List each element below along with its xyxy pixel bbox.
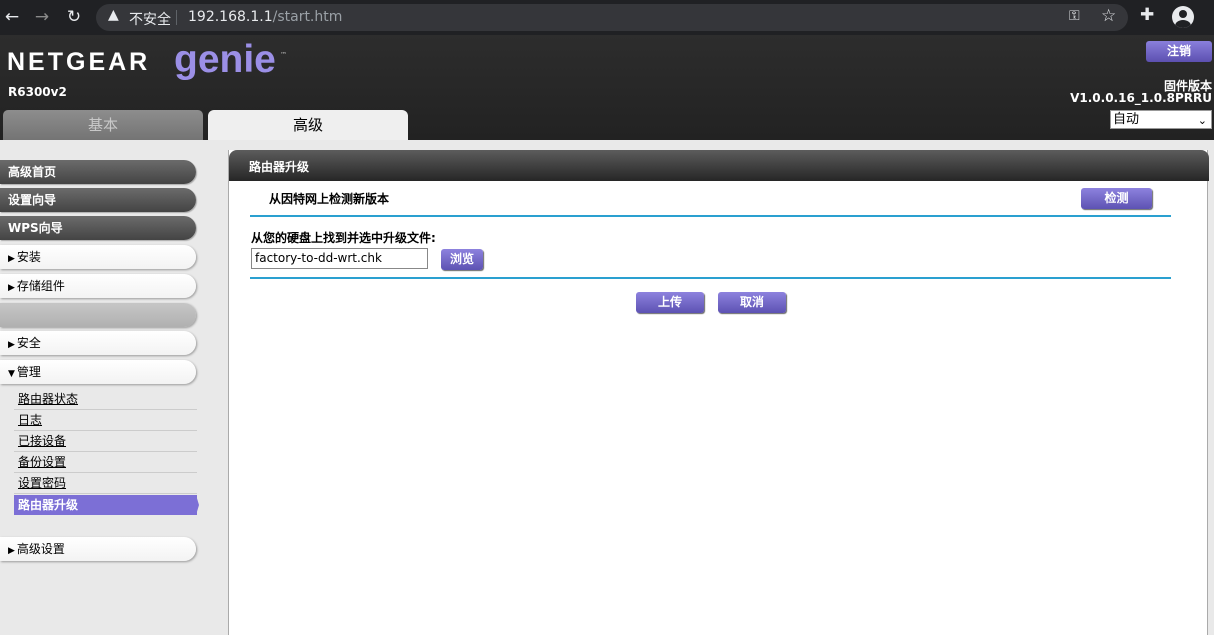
model-name: R6300v2 (8, 85, 67, 99)
triangle-right-icon: ▶ (8, 254, 15, 264)
divider (250, 215, 1171, 217)
tab-basic[interactable]: 基本 (3, 110, 203, 140)
page-title: 路由器升级 (229, 150, 1209, 181)
sidebar-item-label: 管理 (16, 365, 41, 379)
sidebar-item-wps-wizard[interactable]: WPS向导 (0, 216, 196, 240)
sidebar-item-advanced-settings[interactable]: ▶ 高级设置 (0, 537, 196, 561)
triangle-right-icon: ▶ (8, 340, 15, 350)
sidebar-item-install[interactable]: ▶ 安装 (0, 245, 196, 269)
tab-advanced[interactable]: 高级 (208, 110, 408, 140)
router-header: NETGEAR genie ™ R6300v2 注销 固件版本 V1.0.0.1… (0, 35, 1214, 140)
puzzle-icon[interactable]: ✚ (1140, 5, 1154, 25)
sidebar-item-label: 存储组件 (16, 279, 65, 293)
sidebar-sub-backup-settings[interactable]: 备份设置 (14, 452, 197, 473)
chevron-down-icon: ⌄ (1197, 114, 1207, 127)
sidebar-item-security[interactable]: ▶ 安全 (0, 331, 196, 355)
sidebar-item-label: 高级设置 (16, 542, 65, 556)
browser-toolbar: ← → ↻ ▲ 不安全 192.168.1.1/start.htm ⚿ ☆ ✚ (0, 0, 1214, 35)
trademark: ™ (280, 51, 287, 59)
reload-icon[interactable]: ↻ (62, 5, 86, 29)
url-path: /start.htm (272, 9, 343, 25)
upgrade-panel: 路由器升级 从因特网上检测新版本 检测 从您的硬盘上找到并选中升级文件: fac… (228, 150, 1209, 635)
sidebar: 高级首页 设置向导 WPS向导 ▶ 安装 ▶ 存储组件 ▶ 安全 ▼ 管理 路由器状态 … (0, 140, 210, 635)
warning-icon[interactable]: ▲ (108, 7, 119, 23)
find-file-label: 从您的硬盘上找到并选中升级文件: (251, 231, 436, 245)
address-bar[interactable]: ▲ 不安全 192.168.1.1/start.htm ⚿ ☆ (96, 4, 1128, 31)
triangle-right-icon: ▶ (8, 283, 15, 293)
browse-button[interactable]: 浏览 (441, 249, 483, 270)
sidebar-item-storage[interactable]: ▶ 存储组件 (0, 274, 196, 298)
back-icon[interactable]: ← (0, 5, 24, 29)
cancel-button[interactable]: 取消 (718, 292, 786, 313)
sidebar-item-label: 安全 (16, 336, 41, 350)
security-label[interactable]: 不安全 (129, 9, 171, 29)
sidebar-item-advanced-home[interactable]: 高级首页 (0, 160, 196, 184)
sidebar-sub-logs[interactable]: 日志 (14, 410, 197, 431)
divider (250, 277, 1171, 279)
sidebar-sub-set-password[interactable]: 设置密码 (14, 473, 197, 494)
sidebar-sub-router-upgrade[interactable]: 路由器升级 (14, 495, 199, 515)
triangle-right-icon: ▶ (8, 546, 15, 556)
sidebar-item-admin[interactable]: ▼ 管理 (0, 360, 196, 384)
sidebar-item-setup-wizard[interactable]: 设置向导 (0, 188, 196, 212)
sidebar-item-blank (0, 303, 196, 327)
divider (176, 10, 177, 25)
url-text[interactable]: 192.168.1.1/start.htm (188, 9, 342, 25)
language-value: 自动 (1113, 112, 1140, 127)
sidebar-sub-attached-devices[interactable]: 已接设备 (14, 431, 197, 452)
genie-logo: genie (174, 38, 276, 81)
file-path-input[interactable]: factory-to-dd-wrt.chk (251, 248, 428, 269)
key-icon[interactable]: ⚿ (1069, 8, 1080, 24)
sidebar-item-label: 安装 (16, 250, 41, 264)
check-online-text: 从因特网上检测新版本 (269, 192, 390, 206)
netgear-logo: NETGEAR (7, 48, 151, 76)
upload-button[interactable]: 上传 (636, 292, 704, 313)
logout-button[interactable]: 注销 (1146, 41, 1212, 62)
language-select[interactable]: 自动 ⌄ (1110, 110, 1212, 129)
url-host: 192.168.1.1 (188, 9, 273, 25)
profile-avatar-icon[interactable] (1172, 6, 1194, 28)
triangle-down-icon: ▼ (8, 369, 15, 379)
firmware-version: V1.0.0.16_1.0.8PRRU (1070, 91, 1212, 105)
star-icon[interactable]: ☆ (1101, 6, 1116, 26)
forward-icon[interactable]: → (30, 5, 54, 29)
check-button[interactable]: 检测 (1081, 188, 1152, 209)
sidebar-sub-router-status[interactable]: 路由器状态 (14, 389, 197, 410)
